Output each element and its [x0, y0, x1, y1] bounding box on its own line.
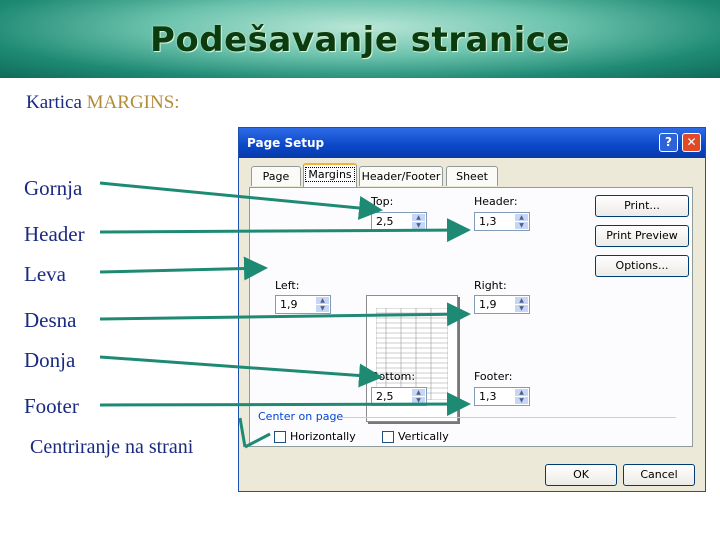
top-label: Top:: [371, 195, 394, 208]
page-setup-dialog: Page Setup ? ✕ Page Margins Header/Foote…: [238, 127, 706, 492]
group-divider: [342, 417, 676, 418]
right-margin-value: 1,9: [479, 298, 497, 311]
label-left: Leva: [24, 262, 66, 286]
options-button[interactable]: Options...: [595, 255, 689, 277]
title-banner: Podešavanje stranice: [0, 0, 720, 78]
dialog-title: Page Setup: [247, 136, 325, 150]
chevron-down-icon[interactable]: ▼: [515, 305, 528, 312]
chevron-up-icon[interactable]: ▲: [316, 297, 329, 304]
left-label: Left:: [275, 279, 300, 292]
label-footer: Footer: [24, 394, 79, 418]
label-top: Gornja: [24, 176, 83, 200]
chevron-down-icon[interactable]: ▼: [316, 305, 329, 312]
bottom-label: Bottom:: [371, 370, 416, 383]
header-margin-value: 1,3: [479, 215, 497, 228]
header-margin-stepper[interactable]: 1,3 ▲ ▼: [474, 212, 530, 231]
chevron-down-icon[interactable]: ▼: [412, 222, 425, 229]
footer-margin-stepper[interactable]: 1,3 ▲ ▼: [474, 387, 530, 406]
top-margin-value: 2,5: [376, 215, 394, 228]
help-button[interactable]: ?: [659, 133, 678, 152]
right-label: Right:: [474, 279, 507, 292]
chevron-down-icon[interactable]: ▼: [515, 397, 528, 404]
print-button[interactable]: Print...: [595, 195, 689, 217]
bottom-margin-stepper[interactable]: 2,5 ▲ ▼: [371, 387, 427, 406]
close-button[interactable]: ✕: [682, 133, 701, 152]
horizontally-label: Horizontally: [290, 430, 356, 443]
tab-margins[interactable]: Margins: [303, 163, 357, 188]
chevron-up-icon[interactable]: ▲: [515, 214, 528, 221]
right-margin-stepper[interactable]: 1,9 ▲ ▼: [474, 295, 530, 314]
chevron-down-icon[interactable]: ▼: [412, 397, 425, 404]
top-margin-stepper[interactable]: 2,5 ▲ ▼: [371, 212, 427, 231]
left-margin-value: 1,9: [280, 298, 298, 311]
label-header: Header: [24, 222, 85, 246]
dialog-titlebar: Page Setup ? ✕: [239, 128, 705, 158]
print-preview-button[interactable]: Print Preview: [595, 225, 689, 247]
label-center-on-page: Centriranje na strani: [30, 436, 194, 458]
chevron-up-icon[interactable]: ▲: [412, 389, 425, 396]
left-margin-stepper[interactable]: 1,9 ▲ ▼: [275, 295, 331, 314]
vertically-label: Vertically: [398, 430, 449, 443]
chevron-up-icon[interactable]: ▲: [515, 297, 528, 304]
tab-header-footer[interactable]: Header/Footer: [359, 166, 443, 186]
center-on-page-label: Center on page: [258, 410, 344, 423]
chevron-down-icon[interactable]: ▼: [515, 222, 528, 229]
cancel-button[interactable]: Cancel: [623, 464, 695, 486]
bottom-margin-value: 2,5: [376, 390, 394, 403]
subtitle-accent: MARGINS:: [86, 92, 180, 113]
footer-margin-value: 1,3: [479, 390, 497, 403]
tab-margins-label: Margins: [305, 167, 355, 182]
subtitle-prefix: Kartica: [26, 92, 87, 113]
ok-button[interactable]: OK: [545, 464, 617, 486]
slide-title: Podešavanje stranice: [150, 20, 570, 60]
horizontally-checkbox[interactable]: [274, 431, 286, 443]
chevron-up-icon[interactable]: ▲: [515, 389, 528, 396]
tab-sheet[interactable]: Sheet: [446, 166, 498, 186]
footer-label: Footer:: [474, 370, 513, 383]
chevron-up-icon[interactable]: ▲: [412, 214, 425, 221]
vertically-checkbox[interactable]: [382, 431, 394, 443]
label-bottom: Donja: [24, 348, 76, 372]
label-right: Desna: [24, 308, 77, 332]
slide-subtitle: Kartica MARGINS:: [26, 92, 180, 114]
header-label: Header:: [474, 195, 518, 208]
tab-page[interactable]: Page: [251, 166, 301, 186]
